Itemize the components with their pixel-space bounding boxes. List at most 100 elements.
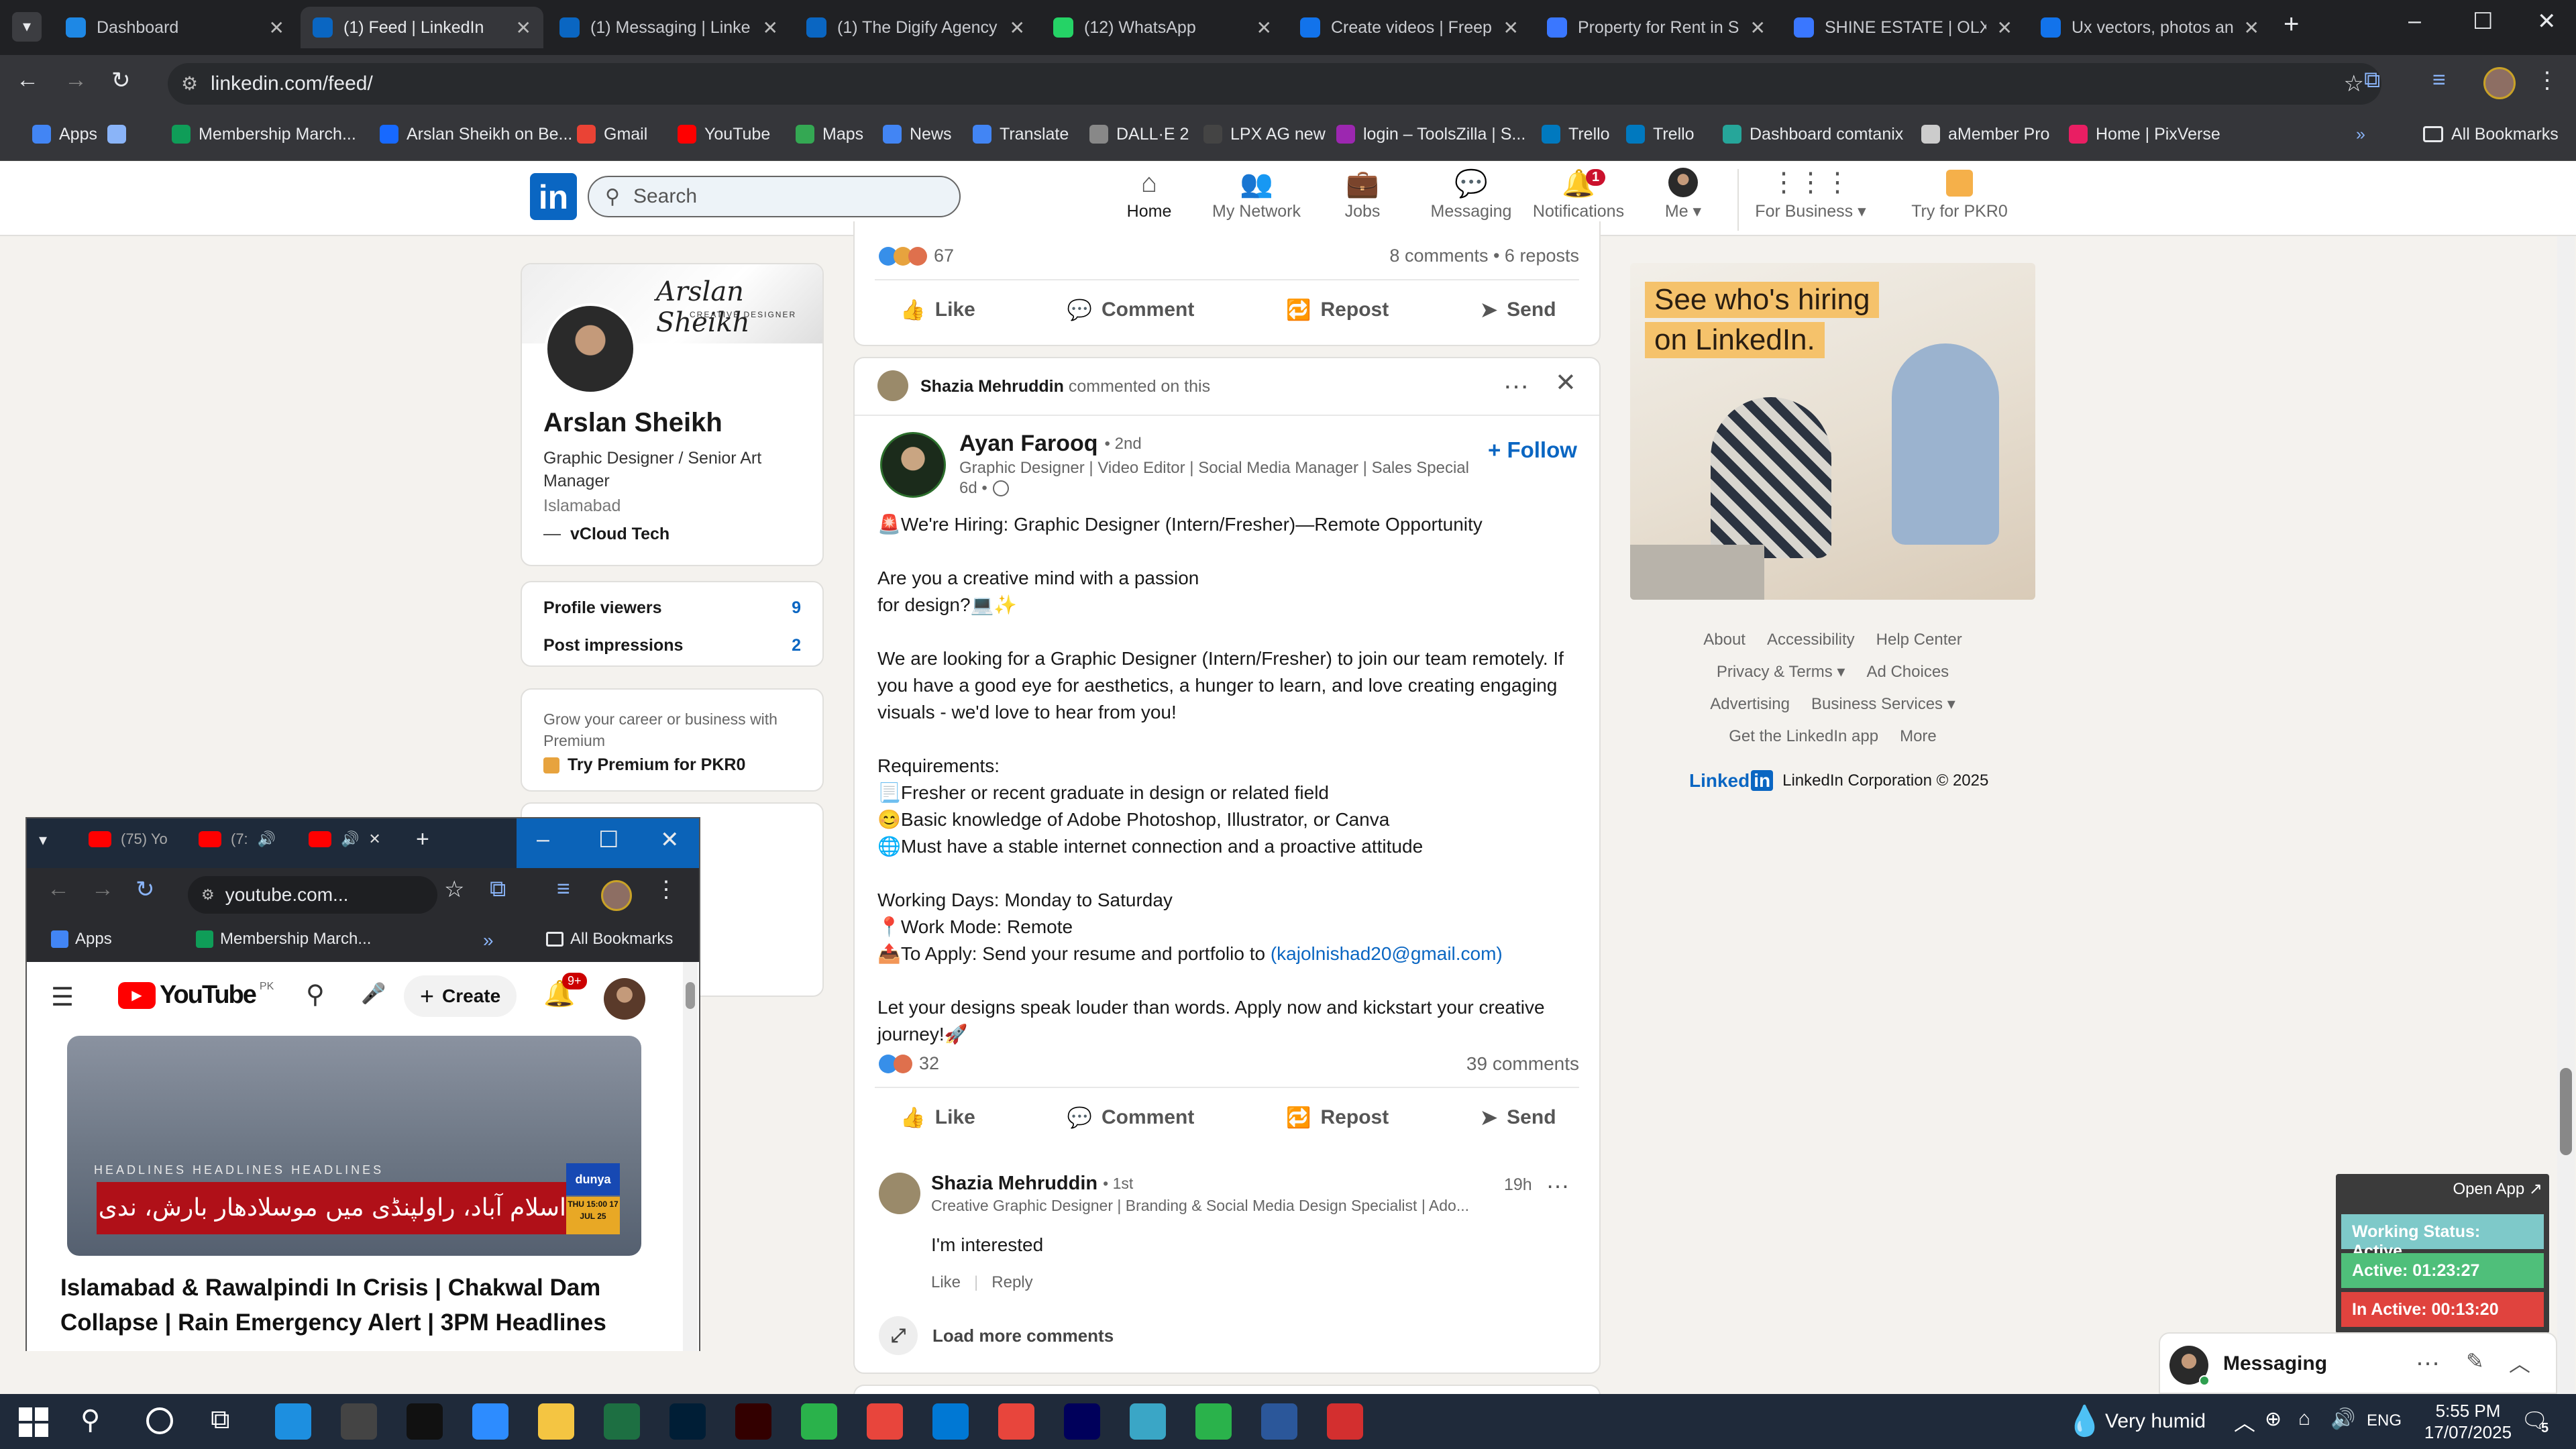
search-icon[interactable]: ⚲ (306, 979, 325, 1010)
footer-link[interactable]: Get the LinkedIn app (1729, 727, 1878, 745)
compose-icon[interactable]: ✎ (2466, 1348, 2484, 1374)
comment-reply-button[interactable]: Reply (991, 1273, 1032, 1292)
profile-name[interactable]: Arslan Sheikh (543, 408, 722, 438)
profile-photo[interactable] (545, 303, 636, 394)
more-options-icon[interactable]: … (1503, 365, 1529, 395)
site-info-icon[interactable]: ⚙ (181, 63, 198, 105)
tab-close-icon[interactable]: ✕ (516, 17, 531, 39)
nav-item[interactable]: Me ▾ (1626, 168, 1740, 231)
bookmark-item[interactable]: YouTube (678, 121, 770, 148)
youtube-logo[interactable]: ▶ YouTube PK (118, 981, 274, 1010)
bookmark-item[interactable]: Maps (796, 121, 863, 148)
bookmark-item[interactable]: Membership March... (172, 121, 356, 148)
yt-all-bookmarks[interactable]: All Bookmarks (546, 930, 673, 949)
post-stats[interactable]: 8 comments • 6 reposts (1389, 246, 1579, 266)
all-bookmarks[interactable]: All Bookmarks (2423, 121, 2559, 148)
bookmark-item[interactable]: LPX AG new (1203, 121, 1326, 148)
bookmark-item[interactable]: Translate (973, 121, 1069, 148)
tab-close-icon[interactable]: ✕ (2244, 17, 2259, 39)
yt-bookmark-star[interactable]: ☆ (444, 876, 464, 903)
media-control-icon[interactable]: ≡ (2432, 67, 2446, 93)
browser-tab[interactable]: Property for Rent in S ✕ (1535, 7, 1778, 48)
comment-more-icon[interactable]: … (1546, 1166, 1570, 1194)
yt-bookmark[interactable]: Membership March... (196, 930, 371, 949)
browser-tab[interactable]: SHINE ESTATE | OLX ✕ (1782, 7, 2025, 48)
photoshop-icon[interactable] (669, 1403, 706, 1440)
corel2-icon[interactable] (1195, 1403, 1232, 1440)
new-tab-button[interactable]: + (2284, 9, 2299, 40)
yt-scroll-thumb[interactable] (686, 982, 695, 1009)
yt-maximize[interactable]: ☐ (598, 826, 619, 853)
browser-tab[interactable]: (1) The Digify Agency ✕ (794, 7, 1037, 48)
bookmarks-overflow-icon[interactable]: » (2356, 121, 2365, 148)
tab-close-icon[interactable]: ✕ (1010, 17, 1025, 39)
language-indicator[interactable]: ENG (2367, 1411, 2402, 1430)
yt-tab[interactable]: (7: 🔊 (199, 830, 276, 848)
footer-link[interactable]: Advertising (1710, 695, 1790, 713)
author-name[interactable]: Ayan Farooq (959, 431, 1098, 457)
tab-close-icon[interactable]: ✕ (1750, 17, 1766, 39)
weather-icon[interactable]: 💧 (2066, 1403, 2103, 1438)
bookmark-item[interactable]: News (883, 121, 952, 148)
stat-value[interactable]: 9 (792, 598, 801, 618)
close-window-button[interactable]: ✕ (2537, 8, 2557, 35)
app-icon[interactable] (1130, 1403, 1166, 1440)
yt-forward[interactable]: → (91, 876, 114, 902)
reload-button[interactable]: ↻ (111, 67, 131, 94)
follow-button[interactable]: + Follow (1488, 437, 1577, 463)
reaction-summary[interactable]: 67 (879, 246, 954, 266)
like-button[interactable]: 👍 Like (900, 299, 975, 322)
bookmark-item[interactable] (107, 121, 134, 148)
bookmark-item[interactable]: Dashboard comtanix (1723, 121, 1903, 148)
browser-tab[interactable]: Ux vectors, photos an ✕ (2029, 7, 2271, 48)
start-button[interactable] (19, 1407, 48, 1437)
tab-close-icon[interactable]: ✕ (1997, 17, 2012, 39)
extensions-icon[interactable]: ⧉ (2364, 67, 2380, 93)
stat-label[interactable]: Profile viewers (543, 598, 661, 618)
reaction-summary[interactable]: 32 (879, 1053, 939, 1074)
nav-item[interactable]: Try for PKR0 (1902, 168, 2017, 231)
yt-tab-search[interactable]: ▾ (39, 830, 47, 850)
hamburger-menu-icon[interactable]: ☰ (51, 982, 74, 1012)
volume-icon[interactable]: 🔊 (2330, 1407, 2355, 1431)
tab-close-icon[interactable]: ✕ (1503, 17, 1519, 39)
yt-profile-avatar[interactable] (601, 880, 632, 911)
browser-menu-icon[interactable]: ⋮ (2536, 67, 2559, 94)
context-avatar[interactable] (877, 370, 908, 401)
browser-tab[interactable]: Dashboard ✕ (54, 7, 297, 48)
yt-scrollbar[interactable] (683, 962, 698, 1351)
forward-button[interactable]: → (64, 67, 87, 93)
corel-icon[interactable] (801, 1403, 837, 1440)
page-scrollbar[interactable] (2557, 236, 2575, 1394)
nav-item[interactable]: ⋮⋮⋮ For Business ▾ (1754, 168, 1868, 231)
browser-tab[interactable]: (1) Feed | LinkedIn ✕ (301, 7, 543, 48)
yt-extensions[interactable]: ⧉ (490, 876, 506, 902)
chrome-icon[interactable] (867, 1403, 903, 1440)
repost-button[interactable]: 🔁 Repost (1286, 299, 1389, 322)
back-button[interactable]: ← (16, 67, 39, 93)
wifi-icon[interactable]: ⌂ (2298, 1407, 2310, 1430)
linkedin-logo[interactable]: in (530, 173, 577, 220)
commenter-avatar[interactable] (879, 1173, 920, 1214)
search-input[interactable]: ⚲ Search (588, 176, 961, 217)
terminal-icon[interactable] (407, 1403, 443, 1440)
edge-icon[interactable] (275, 1403, 311, 1440)
microphone-icon[interactable]: 🎤 (361, 982, 386, 1006)
yt-tab[interactable]: 🔊 ✕ (309, 830, 381, 848)
browser-tab[interactable]: Create videos | Freep ✕ (1288, 7, 1531, 48)
yt-back[interactable]: ← (47, 876, 70, 902)
bookmark-star-icon[interactable]: ☆ (2344, 63, 2364, 105)
footer-link[interactable]: Accessibility (1767, 631, 1855, 649)
tab-close-icon[interactable]: ✕ (269, 17, 284, 39)
tab-close-icon[interactable]: ✕ (763, 17, 778, 39)
bookmark-item[interactable]: login – ToolsZilla | S... (1336, 121, 1525, 148)
video-title[interactable]: Islamabad & Rawalpindi In Crisis | Chakw… (60, 1271, 651, 1340)
chevron-up-icon[interactable]: ︿ (2509, 1347, 2530, 1378)
yt-account-avatar[interactable] (604, 978, 645, 1020)
load-more-comments[interactable]: ⤢ Load more comments (879, 1316, 1114, 1355)
tab-close-icon[interactable]: ✕ (1256, 17, 1272, 39)
tab-search-button[interactable]: ▾ (12, 12, 42, 42)
bookmark-item[interactable]: Trello (1626, 121, 1695, 148)
network-icon[interactable]: ⊕ (2265, 1407, 2282, 1431)
illustrator-icon[interactable] (735, 1403, 771, 1440)
